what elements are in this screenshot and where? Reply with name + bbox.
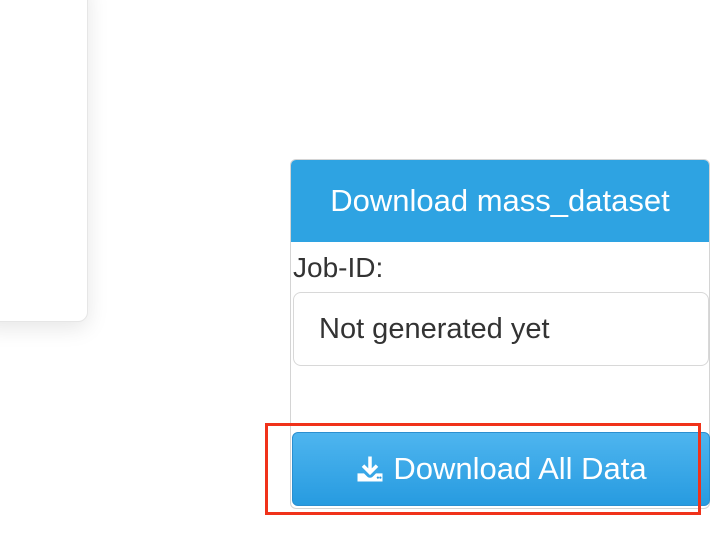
left-panel-card: [0, 0, 88, 322]
download-all-data-button[interactable]: Download All Data: [292, 432, 710, 506]
job-id-value: Not generated yet: [319, 312, 550, 345]
download-icon: [357, 456, 383, 482]
download-panel: Download mass_dataset Job-ID: Not genera…: [290, 159, 710, 509]
job-id-label: Job-ID:: [293, 252, 384, 283]
job-id-field: Not generated yet: [293, 292, 709, 366]
panel-title: Download mass_dataset: [291, 160, 709, 242]
download-button-label: Download All Data: [393, 451, 647, 486]
